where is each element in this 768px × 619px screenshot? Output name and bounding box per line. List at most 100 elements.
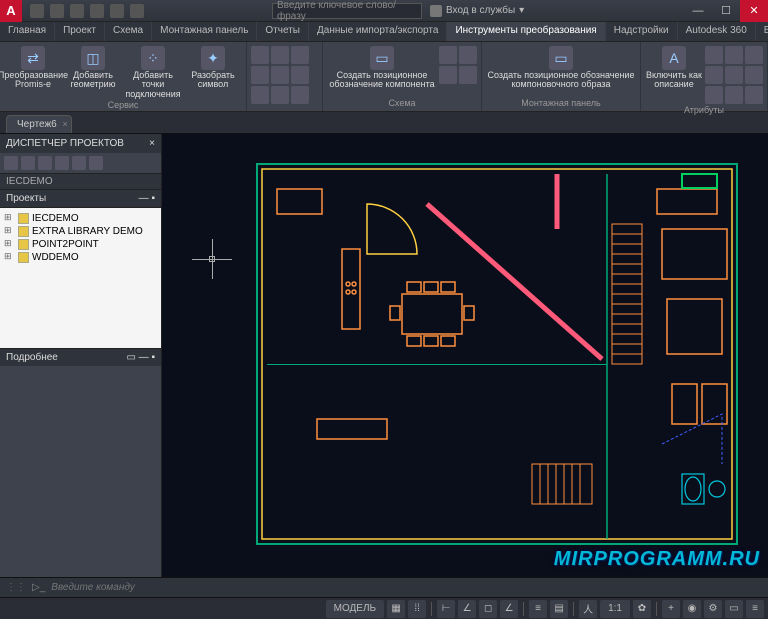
tool-icon[interactable]: [705, 86, 723, 104]
ribbon-tab[interactable]: Отчеты: [257, 22, 309, 41]
osnap-icon[interactable]: ◻: [479, 600, 497, 618]
search-input[interactable]: Введите ключевое слово/фразу: [272, 3, 422, 19]
polar-icon[interactable]: ∠: [458, 600, 476, 618]
projects-section-header[interactable]: Проекты— ▪: [0, 190, 161, 208]
panel-mount: ▭Создать позиционное обозначение компоно…: [482, 42, 641, 111]
qat-save-icon[interactable]: [70, 4, 84, 18]
tool-icon[interactable]: [705, 66, 723, 84]
panel-close-icon[interactable]: ×: [149, 138, 155, 149]
model-space-button[interactable]: МОДЕЛЬ: [326, 600, 384, 618]
project-tree-node[interactable]: POINT2POINT: [4, 238, 157, 251]
app-logo[interactable]: A: [0, 0, 22, 22]
hardware-accel-icon[interactable]: ⚙: [704, 600, 722, 618]
clean-screen-icon[interactable]: ▭: [725, 600, 743, 618]
tool-icon[interactable]: [251, 66, 269, 84]
tool-icon[interactable]: [72, 156, 86, 170]
tool-icon[interactable]: [439, 66, 457, 84]
tool-icon[interactable]: [439, 46, 457, 64]
grip-icon[interactable]: ⋮⋮: [6, 582, 26, 593]
tool-icon[interactable]: [89, 156, 103, 170]
tool-icon[interactable]: [251, 86, 269, 104]
tool-icon[interactable]: [55, 156, 69, 170]
ribbon-tab[interactable]: Инструменты преобразования: [447, 22, 605, 41]
tool-icon[interactable]: [745, 46, 763, 64]
project-tree[interactable]: IECDEMOEXTRA LIBRARY DEMOPOINT2POINTWDDE…: [0, 208, 161, 348]
annotation-scale[interactable]: 1:1: [600, 600, 630, 618]
ribbon-tab[interactable]: Данные импорта/экспорта: [309, 22, 447, 41]
project-tree-node[interactable]: WDDEMO: [4, 251, 157, 264]
tool-icon[interactable]: [21, 156, 35, 170]
panel-attrs: AВключить как описание Атрибуты: [641, 42, 768, 111]
qat-undo-icon[interactable]: [90, 4, 104, 18]
minimize-button[interactable]: —: [684, 0, 712, 22]
ribbon-tab[interactable]: Монтажная панель: [152, 22, 257, 41]
qat-open-icon[interactable]: [50, 4, 64, 18]
ribbon-tab[interactable]: Надстройки: [606, 22, 678, 41]
close-button[interactable]: ✕: [740, 0, 768, 22]
tool-icon[interactable]: [705, 46, 723, 64]
qat-new-icon[interactable]: [30, 4, 44, 18]
tool-icon[interactable]: [459, 46, 477, 64]
maximize-viewport-icon[interactable]: +: [662, 600, 680, 618]
layout-icon: ▭: [549, 46, 573, 70]
workspace-icon[interactable]: 人: [579, 600, 597, 618]
lineweight-icon[interactable]: ≡: [529, 600, 547, 618]
qat-print-icon[interactable]: [130, 4, 144, 18]
isolate-icon[interactable]: ◉: [683, 600, 701, 618]
ribbon-tab[interactable]: BIM 360: [756, 22, 768, 41]
create-component-tag-button[interactable]: ▭Создать позиционное обозначение компоне…: [327, 44, 437, 90]
tool-icon[interactable]: [725, 46, 743, 64]
titlebar: A Введите ключевое слово/фразу Вход в сл…: [0, 0, 768, 22]
project-manager-panel: ДИСПЕТЧЕР ПРОЕКТОВ × IECDEMO Проекты— ▪ …: [0, 134, 162, 577]
maximize-button[interactable]: ☐: [712, 0, 740, 22]
tool-icon[interactable]: [291, 46, 309, 64]
tool-icon[interactable]: [459, 66, 477, 84]
details-section-header[interactable]: Подробнее▭ — ▪: [0, 348, 161, 366]
tool-icon[interactable]: [271, 86, 289, 104]
grid-icon[interactable]: ▦: [387, 600, 405, 618]
customize-icon[interactable]: ≡: [746, 600, 764, 618]
close-tab-icon[interactable]: ×: [62, 119, 67, 129]
create-layout-tag-button[interactable]: ▭Создать позиционное обозначение компоно…: [486, 44, 636, 90]
qat-redo-icon[interactable]: [110, 4, 124, 18]
tool-icon[interactable]: [745, 66, 763, 84]
tool-icon[interactable]: [271, 66, 289, 84]
ribbon-tab[interactable]: Проект: [55, 22, 105, 41]
ribbon-tab[interactable]: Главная: [0, 22, 55, 41]
command-line[interactable]: ⋮⋮ ▷_: [0, 577, 768, 597]
tool-icon[interactable]: [291, 66, 309, 84]
login-button[interactable]: Вход в службы ▾: [430, 5, 524, 17]
ribbon-tab[interactable]: Схема: [105, 22, 152, 41]
ortho-icon[interactable]: ⊢: [437, 600, 455, 618]
tool-icon[interactable]: [4, 156, 18, 170]
document-tab[interactable]: Чертеж6 ×: [6, 115, 72, 133]
gear-icon[interactable]: ✿: [633, 600, 651, 618]
project-filter[interactable]: IECDEMO: [0, 173, 161, 190]
include-as-description-button[interactable]: AВключить как описание: [645, 44, 703, 90]
panel-title: Сервис: [4, 99, 242, 111]
project-tree-node[interactable]: IECDEMO: [4, 212, 157, 225]
convert-promise-button[interactable]: ⇄Преобразование Promis-e: [4, 44, 62, 90]
add-connection-points-button[interactable]: ⁘Добавить точки подключения: [124, 44, 182, 99]
tool-icon[interactable]: [725, 86, 743, 104]
crosshair-cursor: [192, 239, 232, 279]
project-tree-node[interactable]: EXTRA LIBRARY DEMO: [4, 225, 157, 238]
transparency-icon[interactable]: ▤: [550, 600, 568, 618]
tool-icon[interactable]: [745, 86, 763, 104]
drawing-canvas[interactable]: MIRPROGRAMM.RU: [162, 134, 768, 577]
quick-access-toolbar: [22, 4, 152, 18]
tool-icon[interactable]: [271, 46, 289, 64]
login-label: Вход в службы: [446, 5, 515, 16]
otrack-icon[interactable]: ∠: [500, 600, 518, 618]
tool-icon[interactable]: [725, 66, 743, 84]
explode-symbol-button[interactable]: ✦Разобрать символ: [184, 44, 242, 90]
watermark: MIRPROGRAMM.RU: [554, 548, 760, 571]
ribbon-tab[interactable]: Autodesk 360: [678, 22, 756, 41]
tool-icon[interactable]: [38, 156, 52, 170]
add-geometry-button[interactable]: ◫Добавить геометрию: [64, 44, 122, 90]
snap-icon[interactable]: ⁞⁞: [408, 600, 426, 618]
tool-icon[interactable]: [251, 46, 269, 64]
command-input[interactable]: [51, 582, 762, 593]
panel-header: ДИСПЕТЧЕР ПРОЕКТОВ ×: [0, 134, 161, 153]
tool-icon[interactable]: [291, 86, 309, 104]
